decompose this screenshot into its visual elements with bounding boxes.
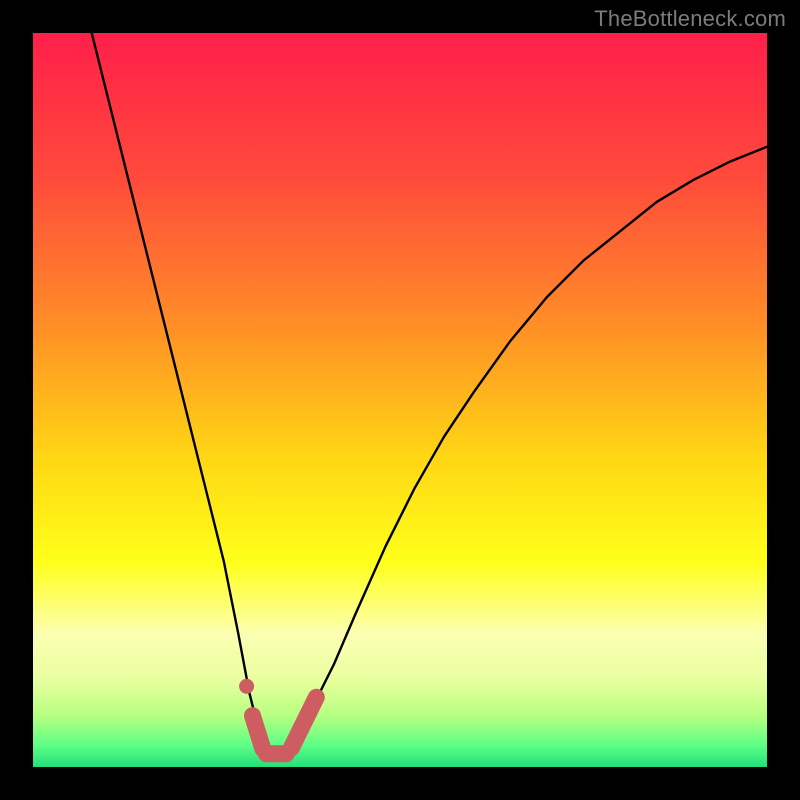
frame: TheBottleneck.com [0, 0, 800, 800]
marker-segment [291, 697, 316, 748]
bottleneck-curve [92, 33, 767, 752]
plot-area [33, 33, 767, 767]
chart-svg [33, 33, 767, 767]
marker-dot [239, 679, 254, 694]
bottom-markers [239, 679, 316, 754]
marker-segment [252, 716, 262, 749]
watermark-text: TheBottleneck.com [594, 6, 786, 32]
